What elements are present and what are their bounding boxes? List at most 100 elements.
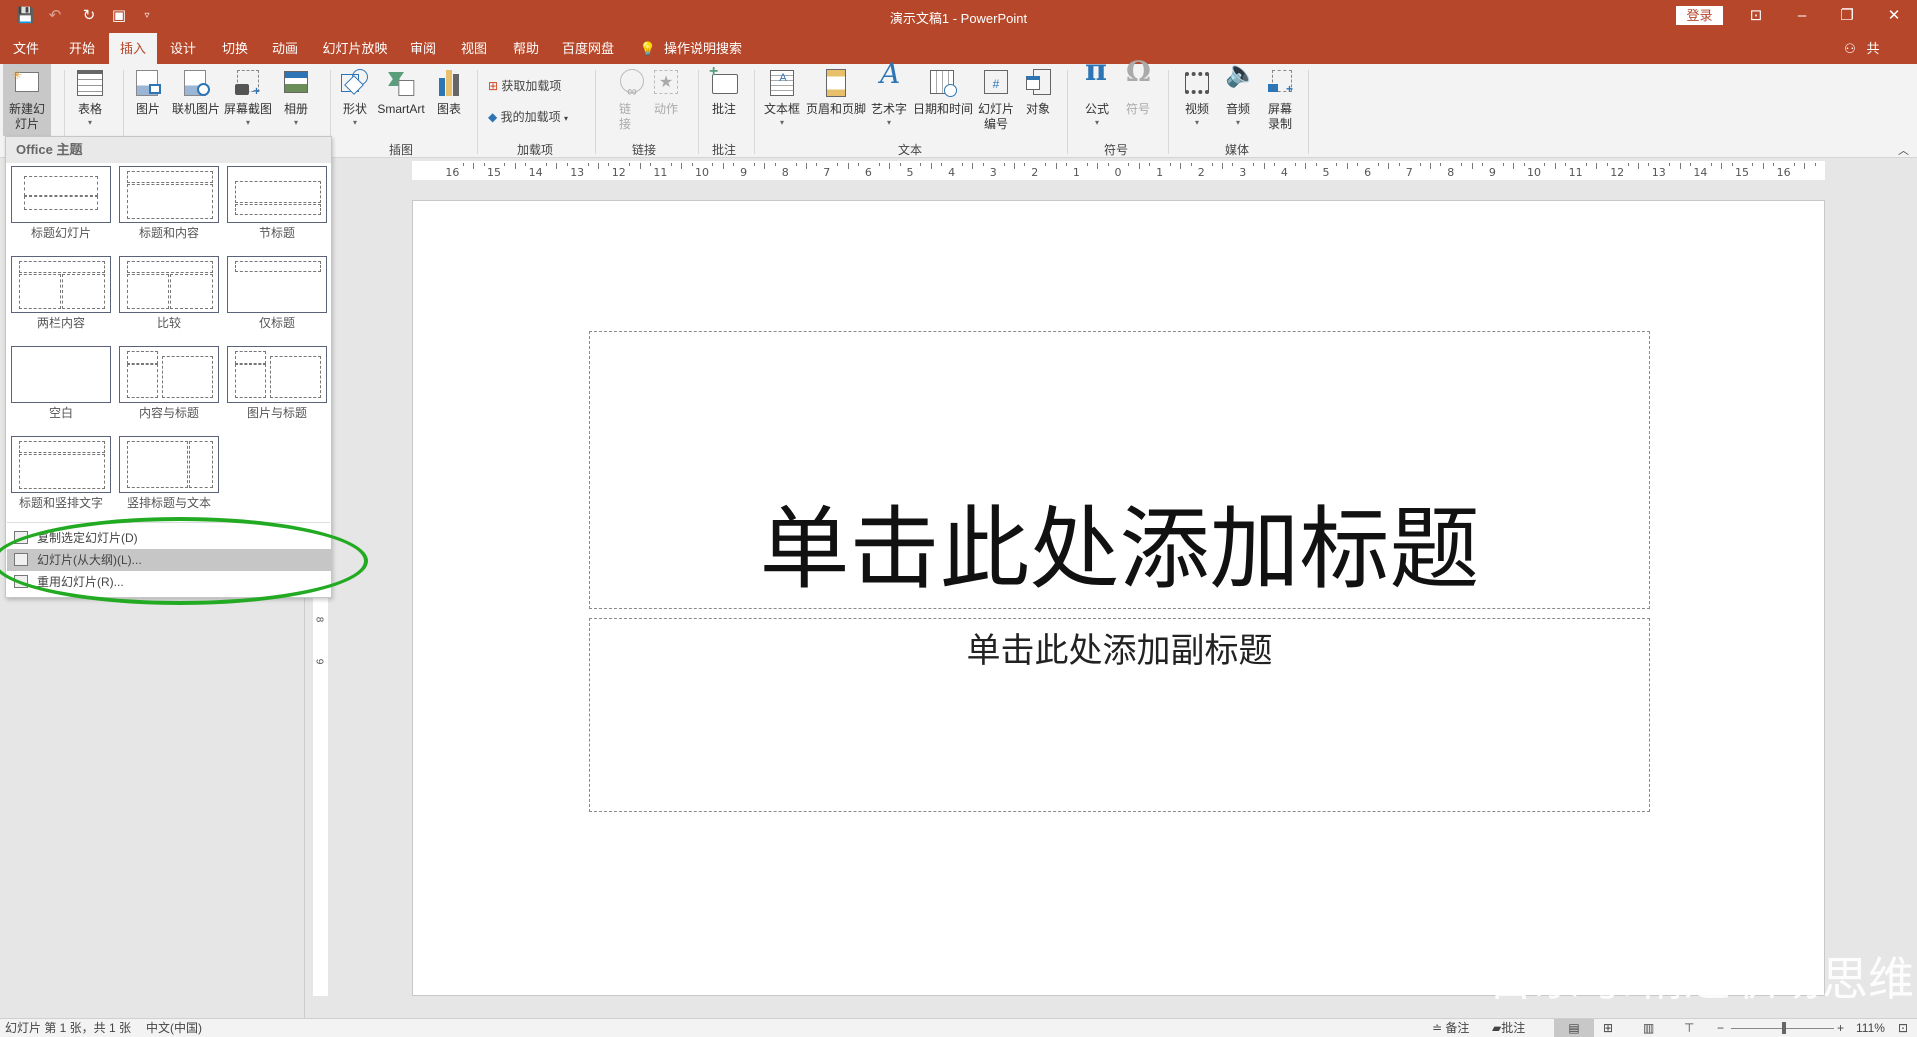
slide-number-button[interactable]: # 幻灯片编号	[977, 68, 1015, 132]
table-button[interactable]: 表格▾	[75, 68, 105, 129]
picture-button[interactable]: 图片	[133, 68, 163, 117]
layout-two-content[interactable]: 两栏内容	[11, 256, 111, 331]
ruler-tick	[1253, 163, 1254, 166]
layout-section-header[interactable]: 节标题	[227, 166, 327, 241]
ruler-label: 11	[653, 166, 667, 179]
layout-label: 标题和内容	[119, 224, 219, 241]
photo-album-button[interactable]: 相册▾	[281, 68, 311, 129]
audio-button[interactable]: 🔈 音频▾	[1223, 68, 1253, 129]
wordart-button[interactable]: A 艺术字▾	[871, 68, 907, 129]
ruler-label: 15	[487, 166, 501, 179]
ruler-tick	[848, 163, 849, 169]
normal-view-button[interactable]: ▤	[1554, 1019, 1594, 1037]
get-addins-button[interactable]: ⊞ 获取加载项	[488, 77, 561, 94]
reading-view-button[interactable]: ▥	[1643, 1019, 1654, 1037]
layout-thumbnail	[11, 256, 111, 313]
fit-to-window-icon[interactable]: ⊡	[1898, 1019, 1908, 1037]
menu-slides-from-outline[interactable]: 幻灯片(从大纲)(L)...	[7, 549, 331, 571]
layout-blank[interactable]: 空白	[11, 346, 111, 421]
ruler-tick	[1732, 163, 1733, 166]
smartart-button[interactable]: SmartArt	[377, 68, 424, 117]
object-button[interactable]: 对象	[1023, 68, 1053, 117]
title-placeholder[interactable]: 单击此处添加标题	[589, 331, 1650, 609]
tab-animations[interactable]: 动画	[264, 33, 306, 64]
ruler-tick	[608, 163, 609, 166]
tab-insert[interactable]: 插入	[109, 33, 157, 64]
layout-picture-caption[interactable]: 图片与标题	[227, 346, 327, 421]
reading-view-icon: ▥	[1643, 1021, 1654, 1035]
new-slide-label: 新建幻灯片	[9, 102, 45, 132]
layout-comparison[interactable]: 比较	[119, 256, 219, 331]
header-footer-button[interactable]: 页眉和页脚	[806, 68, 866, 117]
close-icon[interactable]: ✕	[1879, 4, 1909, 28]
tab-file[interactable]: 文件	[5, 33, 47, 64]
layout-title-only[interactable]: 仅标题	[227, 256, 327, 331]
chart-button[interactable]: 图表	[434, 68, 464, 117]
zoom-out-button[interactable]: −	[1717, 1019, 1724, 1037]
group-label-symbols: 符号	[1104, 141, 1128, 158]
slide-number-icon: #	[981, 68, 1011, 98]
collapse-ribbon-icon[interactable]: ︿	[1898, 142, 1909, 158]
menu-label: 幻灯片(从大纲)(L)...	[37, 553, 142, 567]
slideshow-button[interactable]: ⊤	[1684, 1019, 1694, 1037]
notes-icon: ≐	[1432, 1021, 1442, 1035]
slide-sorter-button[interactable]: ⊞	[1603, 1019, 1613, 1037]
tell-me-search[interactable]: 操作说明搜索	[656, 33, 750, 64]
layout-vertical-title-text[interactable]: 竖排标题与文本	[119, 436, 219, 511]
ruler-tick	[712, 163, 713, 166]
slide-canvas[interactable]: 单击此处添加标题 单击此处添加副标题 百家号/精通职场思维	[412, 200, 1825, 996]
zoom-level[interactable]: 111%	[1856, 1019, 1885, 1037]
menu-reuse-slides[interactable]: 重用幻灯片(R)...	[7, 571, 331, 593]
screenshot-button[interactable]: + 屏幕截图▾	[224, 68, 272, 129]
tab-transitions[interactable]: 切换	[214, 33, 256, 64]
video-button[interactable]: 视频▾	[1182, 68, 1212, 129]
share-button[interactable]: 共享	[1859, 33, 1898, 64]
comment-button[interactable]: + 批注	[709, 68, 739, 117]
ruler-tick	[640, 163, 641, 169]
layout-title-slide[interactable]: 标题幻灯片	[11, 166, 111, 241]
zoom-slider-thumb[interactable]	[1782, 1022, 1786, 1034]
group-label-media: 媒体	[1225, 141, 1249, 158]
audio-label: 音频	[1226, 102, 1250, 116]
equation-button[interactable]: π 公式▾	[1082, 68, 1112, 129]
chevron-down-icon: ▾	[564, 114, 568, 123]
tab-view[interactable]: 视图	[453, 33, 495, 64]
tab-design[interactable]: 设计	[162, 33, 204, 64]
layout-label: 内容与标题	[119, 404, 219, 421]
ruler-tick	[1544, 163, 1545, 166]
tab-baidu-netdisk[interactable]: 百度网盘	[554, 33, 622, 64]
ribbon-display-options-icon[interactable]: ⊡	[1741, 4, 1771, 28]
screen-recording-button[interactable]: + 屏幕录制	[1266, 68, 1294, 132]
login-button[interactable]: 登录	[1676, 6, 1723, 25]
shapes-button[interactable]: 形状▾	[340, 68, 370, 129]
tab-home[interactable]: 开始	[61, 33, 103, 64]
minimize-icon[interactable]: –	[1787, 4, 1817, 28]
layout-title-vertical-text[interactable]: 标题和竖排文字	[11, 436, 111, 511]
online-picture-button[interactable]: 联机图片	[172, 68, 220, 117]
ruler-tick	[1180, 163, 1181, 169]
comments-button[interactable]: ▰批注	[1492, 1019, 1525, 1037]
layout-title-content[interactable]: 标题和内容	[119, 166, 219, 241]
link-button[interactable]: ∞ 链接	[617, 68, 633, 132]
my-addins-button[interactable]: ◆ 我的加载项 ▾	[488, 108, 568, 125]
symbol-label: 符号	[1126, 102, 1150, 116]
new-slide-button[interactable]: ✳ 新建幻灯片	[3, 64, 51, 136]
restore-icon[interactable]: ❐	[1832, 4, 1862, 28]
language-status[interactable]: 中文(中国)	[146, 1019, 202, 1037]
tab-help[interactable]: 帮助	[505, 33, 547, 64]
textbox-button[interactable]: A 文本框▾	[764, 68, 800, 129]
link-icon: ∞	[617, 68, 647, 98]
symbol-button[interactable]: Ω 符号	[1123, 68, 1153, 117]
menu-label: 复制选定幻灯片(D)	[37, 531, 138, 545]
tab-review[interactable]: 审阅	[402, 33, 444, 64]
date-time-button[interactable]: 日期和时间	[913, 68, 973, 117]
menu-duplicate-slides[interactable]: 复制选定幻灯片(D)	[7, 527, 331, 549]
picture-icon	[133, 68, 163, 98]
zoom-in-button[interactable]: +	[1837, 1019, 1844, 1037]
subtitle-placeholder[interactable]: 单击此处添加副标题	[589, 618, 1650, 812]
ruler-label: 1	[1156, 166, 1163, 179]
action-button[interactable]: ★ 动作	[651, 68, 681, 117]
notes-button[interactable]: ≐ 备注	[1432, 1019, 1469, 1037]
tab-slideshow[interactable]: 幻灯片放映	[314, 33, 395, 64]
layout-content-caption[interactable]: 内容与标题	[119, 346, 219, 421]
